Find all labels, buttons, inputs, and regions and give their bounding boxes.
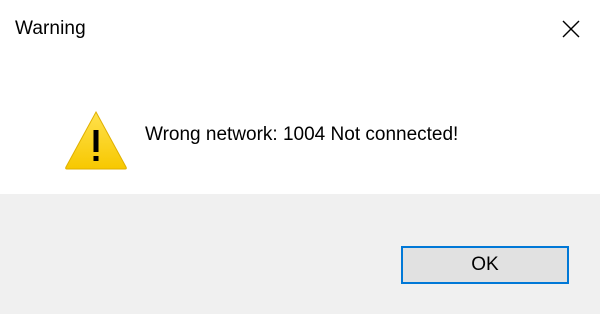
button-bar: OK bbox=[0, 194, 600, 314]
warning-triangle-icon bbox=[65, 110, 127, 170]
close-icon bbox=[562, 20, 580, 38]
close-button[interactable] bbox=[542, 0, 600, 58]
ok-button[interactable]: OK bbox=[401, 246, 569, 284]
dialog-message: Wrong network: 1004 Not connected! bbox=[145, 124, 459, 145]
dialog-title: Warning bbox=[15, 18, 86, 39]
title-bar: Warning bbox=[0, 0, 600, 62]
ok-button-label: OK bbox=[471, 254, 499, 275]
warning-dialog: Warning Wrong network: 1004 Not connecte… bbox=[0, 0, 600, 314]
dialog-body: Wrong network: 1004 Not connected! bbox=[0, 62, 600, 194]
